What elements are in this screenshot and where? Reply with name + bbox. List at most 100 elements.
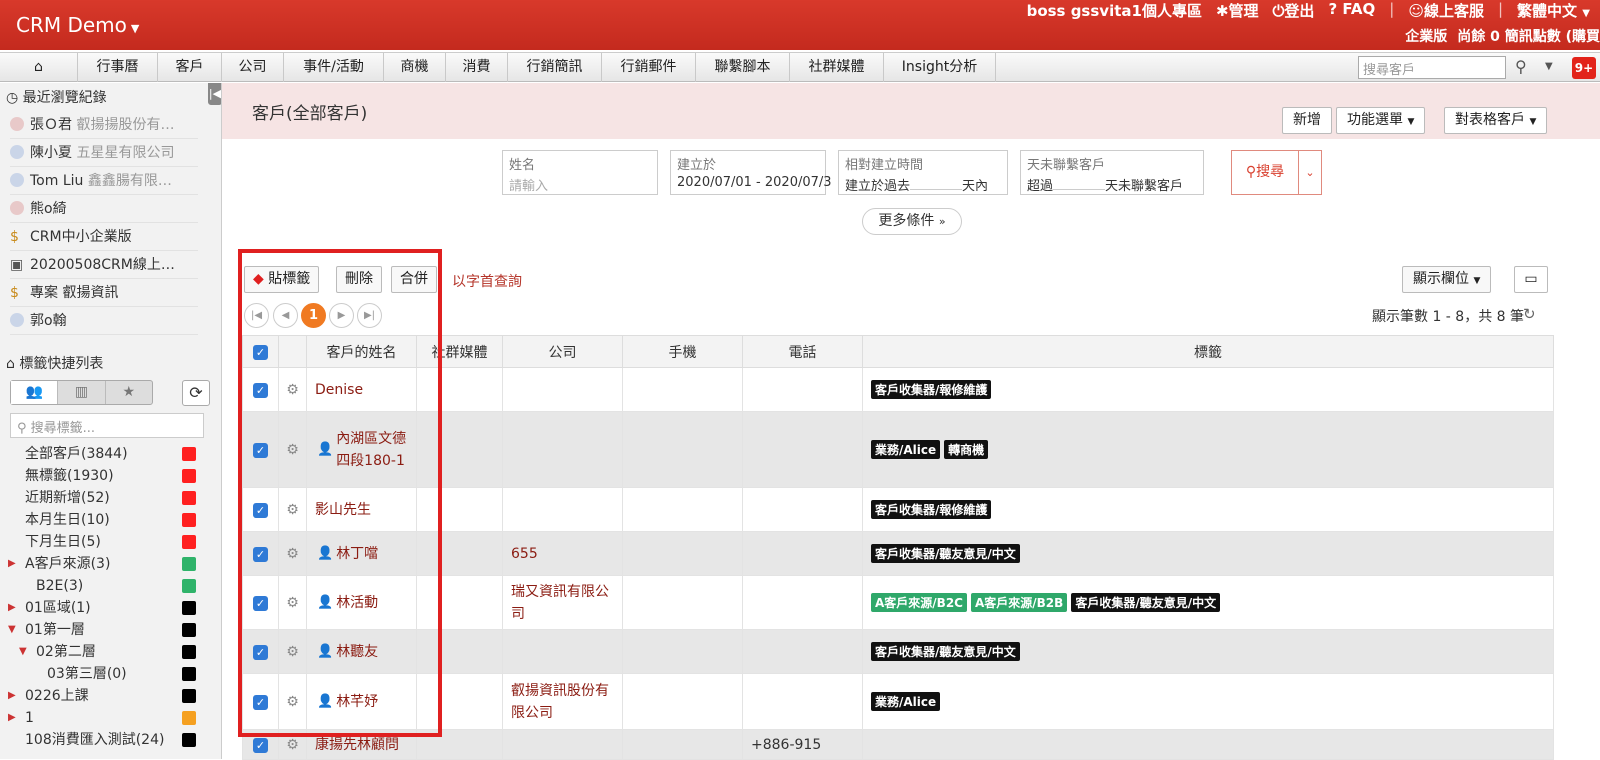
table-row[interactable]: ✓ ⚙ 👤 林丁噹 655 客戶收集器/聽友意見/中文 [242,531,1554,576]
row-actions[interactable]: ⚙ [278,729,307,760]
nav-sms-marketing[interactable]: 行銷簡訊 [508,53,602,82]
recent-item[interactable]: $ 專案 叡揚資訊 [10,279,198,307]
collapsed-arrow-icon[interactable]: ▶ [8,690,16,701]
table-row[interactable]: ✓ ⚙ 👤 林芊妤 叡揚資訊股份有限公司 業務/Alice [242,673,1554,730]
tag-list-item[interactable]: 01第一層 [25,619,85,641]
tag-list-item[interactable]: 1 [25,707,34,729]
customer-name-link[interactable]: 林聽友 [336,641,378,663]
gear-icon[interactable]: ⚙ [286,694,299,710]
created-date-range[interactable]: 2020/07/01 - 2020/07/3 [677,175,832,190]
home-button[interactable]: ⌂ [0,53,78,82]
more-conditions-button[interactable]: 更多條件 » [862,208,962,235]
tag-list-item[interactable]: 108消費匯入測試(24) [25,729,164,751]
row-actions[interactable]: ⚙ [278,531,307,576]
row-actions[interactable]: ⚙ [278,629,307,674]
customer-tag[interactable]: 客戶收集器/聽友意見/中文 [871,544,1020,563]
recent-item[interactable]: 郭o翰 [10,307,198,335]
table-row[interactable]: ✓ ⚙ 康揚先林顧問 +886-915 [242,729,1554,760]
new-button[interactable]: 新增 [1282,107,1332,134]
col-tags[interactable]: 標籤 [862,335,1554,368]
first-page-button[interactable]: |◀ [244,303,269,328]
refresh-icon[interactable]: ↻ [1523,305,1536,323]
customer-name-link[interactable]: 林芊妤 [336,691,378,713]
customer-tag[interactable]: A客戶來源/B2C [871,593,967,612]
caret-down-icon[interactable]: ▼ [1545,61,1553,72]
maximize-button[interactable]: ▭ [1514,266,1548,293]
delete-button[interactable]: 刪除 [336,266,382,293]
row-checkbox[interactable]: ✓ [242,729,279,760]
relative-filter-value[interactable]: 建立於過去 天內 [845,175,1001,194]
customer-name-link[interactable]: 康揚先林顧問 [315,734,399,756]
expanded-arrow-icon[interactable]: ▼ [19,646,27,657]
refresh-tags-button[interactable]: ⟳ [182,380,210,406]
company-link[interactable]: 瑞又資訊有限公司 [511,584,609,622]
notification-badge[interactable]: 9+ [1572,57,1596,79]
search-button[interactable]: ⚲搜尋 [1231,150,1299,195]
function-menu-button[interactable]: 功能選單 ▼ [1336,107,1426,134]
collapsed-arrow-icon[interactable]: ▶ [8,558,16,569]
last-page-button[interactable]: ▶| [357,303,382,328]
name-filter[interactable]: 姓名 請輸入 [502,150,658,195]
nav-social-media[interactable]: 社群媒體 [790,53,884,82]
nav-email-marketing[interactable]: 行銷郵件 [602,53,696,82]
customer-name-link[interactable]: 影山先生 [315,499,371,521]
row-actions[interactable]: ⚙ [278,487,307,532]
current-page[interactable]: 1 [301,303,326,328]
tag-list-item[interactable]: B2E(3) [36,575,83,597]
row-checkbox[interactable]: ✓ [242,411,279,488]
customer-name-link[interactable]: Denise [315,379,363,401]
customer-tag[interactable]: 客戶收集器/聽友意見/中文 [871,642,1020,661]
row-checkbox[interactable]: ✓ [242,575,279,630]
nav-customers[interactable]: 客戶 [158,53,222,82]
name-filter-input[interactable]: 請輸入 [509,175,651,194]
tag-list-item[interactable]: A客戶來源(3) [25,553,110,575]
row-actions[interactable]: ⚙ [278,673,307,730]
col-company[interactable]: 公司 [502,335,623,368]
customer-name-link[interactable]: 林活動 [336,592,378,614]
collapsed-arrow-icon[interactable]: ▶ [8,712,16,723]
row-checkbox[interactable]: ✓ [242,629,279,674]
table-row[interactable]: ✓ ⚙ 👤 林活動 瑞又資訊有限公司 A客戶來源/B2C A客戶來源/B2B 客戶收集器/聽友… [242,575,1554,630]
nav-contact-scripts[interactable]: 聯繫腳本 [696,53,790,82]
company-link[interactable]: 655 [511,546,538,562]
logout-link[interactable]: ⏻登出 [1273,0,1315,21]
gear-icon[interactable]: ⚙ [286,546,299,562]
collapse-sidebar-button[interactable]: |◀ [208,83,221,105]
next-page-button[interactable]: ▶ [329,303,354,328]
relative-time-filter[interactable]: 相對建立時間 建立於過去 天內 [838,150,1008,195]
no-contact-filter[interactable]: 天未聯繫客戶 超過 天未聯繫客戶 [1020,150,1204,195]
customer-tag[interactable]: 客戶收集器/報修維護 [871,500,992,519]
gear-icon[interactable]: ⚙ [286,502,299,518]
recent-item[interactable]: 張Ｏ君 叡揚揚股份有… [10,111,198,139]
gear-icon[interactable]: ⚙ [286,382,299,398]
table-row[interactable]: ✓ ⚙ Denise 客戶收集器/報修維護 [242,367,1554,412]
sms-credit-link[interactable]: 尚餘 0 簡訊點數 (購買 [1457,26,1600,46]
tag-list-item[interactable]: 下月生日(5) [25,531,101,553]
created-filter[interactable]: 建立於 2020/07/01 - 2020/07/3 [670,150,832,195]
no-contact-filter-value[interactable]: 超過 天未聯繫客戶 [1027,175,1197,194]
nav-consumption[interactable]: 消費 [446,53,508,82]
gear-icon[interactable]: ⚙ [286,442,299,458]
row-actions[interactable]: ⚙ [278,411,307,488]
app-brand-menu[interactable]: CRM Demo ▼ [16,13,139,37]
row-checkbox[interactable]: ✓ [242,367,279,412]
manage-link[interactable]: ✱管理 [1216,0,1259,21]
nav-insight[interactable]: Insight分析 [884,53,996,82]
row-actions[interactable]: ⚙ [278,575,307,630]
favorites-tab[interactable]: ★ [106,381,152,404]
tag-list-item[interactable]: 02第二層 [36,641,96,663]
customer-tag[interactable]: 轉商機 [944,440,989,459]
prev-page-button[interactable]: ◀ [273,303,298,328]
select-all-checkbox[interactable]: ✓ [242,335,279,368]
col-social[interactable]: 社群媒體 [416,335,503,368]
expanded-arrow-icon[interactable]: ▼ [8,624,16,635]
tag-list-item[interactable]: 近期新增(52) [25,487,110,509]
row-checkbox[interactable]: ✓ [242,487,279,532]
row-actions[interactable]: ⚙ [278,367,307,412]
faq-link[interactable]: ? FAQ [1328,0,1375,21]
tag-list-item[interactable]: 本月生日(10) [25,509,110,531]
company-link[interactable]: 叡揚資訊股份有限公司 [511,683,609,721]
table-row[interactable]: ✓ ⚙ 👤 內湖區文德四段180-1 業務/Alice 轉商機 [242,411,1554,488]
nav-events[interactable]: 事件/活動 [284,53,384,82]
nav-opportunities[interactable]: 商機 [384,53,446,82]
